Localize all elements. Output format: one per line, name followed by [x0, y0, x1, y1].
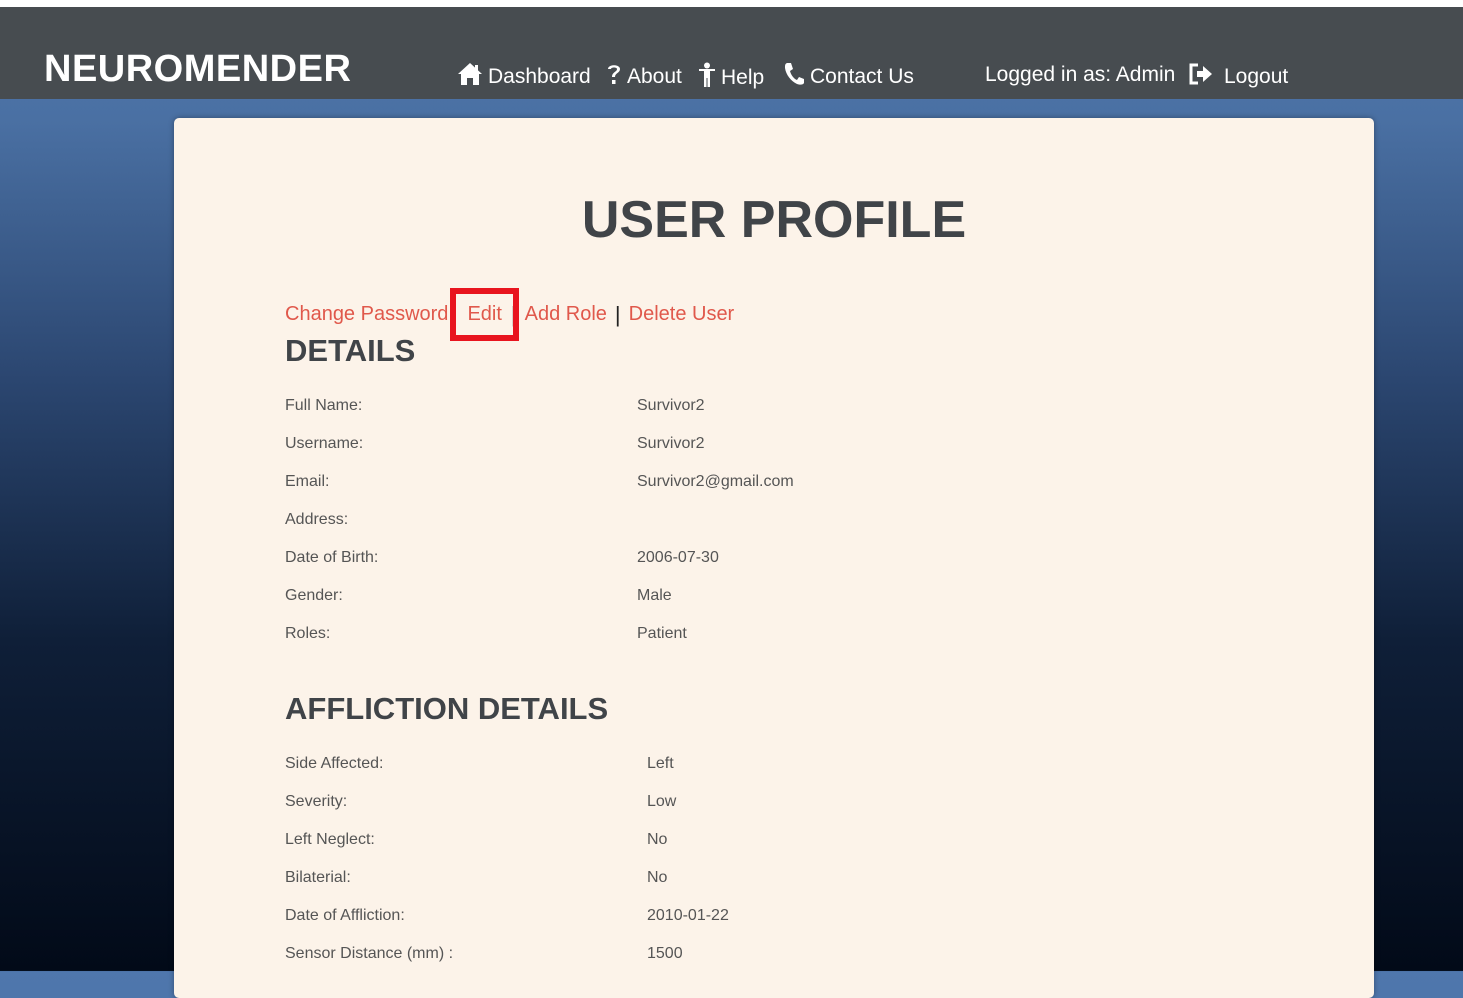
- detail-value: 2006-07-30: [637, 549, 719, 566]
- detail-value: Male: [637, 587, 672, 604]
- detail-value: Survivor2: [637, 397, 705, 414]
- detail-label: Full Name:: [285, 397, 363, 414]
- nav-help-link[interactable]: Help: [698, 62, 764, 94]
- affliction-label: Bilaterial:: [285, 869, 351, 886]
- nav-about-link[interactable]: About: [606, 62, 682, 92]
- detail-value: Survivor2: [637, 435, 705, 452]
- details-heading: DETAILS: [285, 333, 416, 368]
- detail-value: Patient: [637, 625, 687, 642]
- question-icon: [606, 62, 622, 92]
- nav-help-label: Help: [721, 66, 765, 89]
- detail-label: Username:: [285, 435, 364, 452]
- add-role-link[interactable]: Add Role: [525, 303, 607, 326]
- affliction-label: Severity:: [285, 793, 348, 810]
- detail-label: Address:: [285, 511, 349, 528]
- profile-card: USER PROFILE Change Password Edit | Add …: [174, 118, 1374, 998]
- phone-icon: [783, 62, 805, 92]
- nav-contact-label: Contact Us: [810, 65, 914, 88]
- nav-dashboard-link[interactable]: Dashboard: [457, 62, 591, 92]
- logout-label: Logout: [1224, 65, 1289, 88]
- affliction-label: Sensor Distance (mm) :: [285, 945, 454, 962]
- logout-link[interactable]: Logout: [1188, 62, 1288, 92]
- detail-label: Roles:: [285, 625, 331, 642]
- brand-logo[interactable]: NEUROMENDER: [44, 48, 351, 91]
- edit-highlight-box: Edit: [450, 288, 519, 341]
- delete-user-link[interactable]: Delete User: [629, 303, 735, 326]
- affliction-value: 1500: [647, 945, 683, 962]
- affliction-label: Date of Affliction:: [285, 907, 405, 924]
- top-strip: [0, 0, 1463, 7]
- nav-contact-link[interactable]: Contact Us: [783, 62, 914, 92]
- affliction-value: No: [647, 831, 668, 848]
- separator: |: [614, 301, 621, 327]
- nav-dashboard-label: Dashboard: [488, 65, 591, 88]
- change-password-link[interactable]: Change Password: [285, 303, 448, 326]
- page-title: USER PROFILE: [581, 191, 967, 249]
- logout-icon: [1188, 62, 1214, 92]
- person-icon: [698, 62, 716, 94]
- affliction-value: 2010-01-22: [647, 907, 729, 924]
- detail-label: Gender:: [285, 587, 343, 604]
- detail-label: Date of Birth:: [285, 549, 379, 566]
- home-icon: [457, 62, 483, 92]
- affliction-value: Low: [647, 793, 677, 810]
- detail-value: Survivor2@gmail.com: [637, 473, 794, 490]
- navbar: NEUROMENDER Dashboard About Help Contact…: [0, 7, 1463, 99]
- affliction-label: Side Affected:: [285, 755, 384, 772]
- affliction-heading: AFFLICTION DETAILS: [285, 691, 609, 726]
- detail-label: Email:: [285, 473, 330, 490]
- affliction-label: Left Neglect:: [285, 831, 375, 848]
- logged-in-user: Logged in as: Admin: [985, 63, 1176, 86]
- affliction-value: Left: [647, 755, 674, 772]
- nav-about-label: About: [627, 65, 682, 88]
- edit-link[interactable]: Edit: [467, 303, 501, 325]
- affliction-value: No: [647, 869, 668, 886]
